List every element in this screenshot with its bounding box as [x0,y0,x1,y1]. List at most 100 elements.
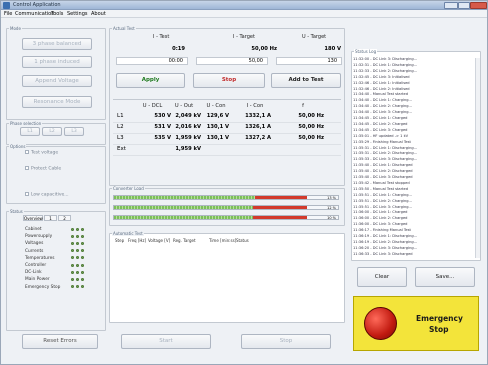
measurement-row-label: Ext [117,146,126,152]
meter-percent-label: 13 % [327,196,336,200]
log-line: 11:34:45 - DC Link 2: Charged [353,121,408,126]
measurement-cell: 1,959 kV [175,135,201,141]
status-log-title: Status Log [354,49,378,54]
reset-errors-button[interactable]: Reset Errors [22,334,98,349]
measurement-cell: 130,1 V [206,124,229,130]
log-line: 11:34:40 - DC Link 3: Charging... [353,110,412,115]
stop-button[interactable]: Stop [193,73,265,88]
measurement-row-label: L2 [117,124,124,130]
status-led-icon [76,270,79,274]
measurement-cell: 129,6 V [206,113,229,119]
status-led-icon [76,277,79,281]
status-log-list: 11:32:00 - DC Link 3: Discharging... 11:3… [351,57,477,259]
status-item-label: Cabinet [25,227,42,232]
u-target-voltage: 180 V [324,46,341,52]
emergency-label-2: Stop [429,325,449,334]
automatic-test-column-header: Status [236,238,249,243]
menu-settings[interactable]: Settings [67,11,88,17]
protect-cable-checkbox[interactable]: Protect Cable [25,166,61,172]
checkbox-icon [25,150,29,154]
measurement-cell: 130,1 V [206,135,229,141]
status-group-title: Status [9,209,24,214]
mode-3phase-button[interactable]: 3 phase balanced [22,38,92,50]
status-led-icon [81,234,84,238]
status-tab-2[interactable]: 2 [58,215,71,221]
log-line: 11:35:40 - DC Link 1: Discharged [353,163,413,168]
log-line: 11:35:51 - DC Link 2: Charging... [353,198,412,203]
meter-green-fill [114,206,253,209]
phase-l3-button[interactable]: L3 [64,127,84,136]
emergency-stop-button-icon[interactable] [364,307,397,340]
log-line: 11:35:33 - DC Link 3: Discharging... [353,157,418,162]
status-tab-1[interactable]: 1 [44,215,57,221]
clear-button[interactable]: Clear [357,267,407,287]
status-led-icon [71,234,74,238]
checkbox-icon [25,192,29,196]
log-line: 11:36:19 - DC Link 1: Discharging... [353,234,418,238]
minimize-button[interactable] [444,2,458,9]
save-button[interactable]: Save... [415,267,475,287]
converter-load-meter: 10 % [113,215,339,220]
start-button[interactable]: Start [121,334,211,349]
phase-l2-button[interactable]: L2 [42,127,62,136]
meter-red-fill [252,216,307,219]
automatic-test-column-header: Reg. Target [173,238,196,243]
mode-1phase-button[interactable]: 1 phase induced [22,56,92,68]
low-capacitive-checkbox[interactable]: Low capacitive... [25,192,69,198]
log-scrollbar[interactable] [475,58,480,258]
measurement-cell: 1327,2 A [245,135,271,141]
status-led-icon [76,241,79,245]
status-group: Status [6,209,106,331]
table-row-divider [113,121,341,123]
i-test-header: I - Test [153,34,170,40]
log-line: 11:35:40 - DC Link 3: Discharged [353,175,413,179]
measurement-row-label: L3 [117,135,124,141]
status-led-icon [71,241,74,245]
log-line: 11:32:45 - DC Link 3: Initialised [353,74,410,79]
test-voltage-label: Test voltage [31,150,59,156]
phase-l1-button[interactable]: L1 [20,127,40,136]
log-line: 11:32:46 - DC Link 2: Initialised [353,86,410,91]
log-line: 11:36:00 - DC Link 1: Charged [353,210,408,215]
log-line: 11:35:42 - Manual Test stopped [353,180,410,185]
status-led-icon [81,227,84,231]
log-line: 11:36:17 - Finishing Manual Test [353,228,411,233]
measurement-cell: 50,00 Hz [298,135,324,141]
resonance-mode-button[interactable]: Resonance Mode [22,96,92,108]
log-line: 11:35:31 - DC Link 1: Discharging... [353,145,418,150]
frequency-input[interactable]: 50,00 [196,57,268,65]
log-line: 11:34:40 - DC Link 1: Charging... [353,98,412,103]
automatic-test-column-header: Step [115,238,125,243]
measurement-column-header: f [302,103,304,109]
automatic-test-column-header: Freq [Hz] [128,238,147,243]
stop-automatic-button[interactable]: Stop [241,334,331,349]
apply-button[interactable]: Apply [116,73,185,88]
status-led-icon [81,270,84,274]
menu-about[interactable]: About [91,11,106,17]
add-to-test-button[interactable]: Add to Test [271,73,341,88]
time-input[interactable]: 00:00 [116,57,188,65]
log-line: 11:35:01 - HF updated -> 1 kV [353,133,409,138]
emergency-stop-panel[interactable]: Emergency Stop [353,296,479,351]
menu-tools[interactable]: Tools [51,11,63,17]
measurement-column-header: I - Con [246,103,264,109]
log-line: 11:35:50 - Manual Test started [353,186,409,191]
measurement-row-label: L1 [117,113,124,119]
measurement-cell: 50,00 Hz [298,124,324,130]
table-divider [113,99,341,100]
menu-file[interactable]: File [4,11,12,17]
i-target-header: I - Target [233,34,255,40]
test-voltage-checkbox[interactable]: Test voltage [25,150,58,156]
menu-bar: File Communication Tools Settings About [1,10,487,18]
meter-red-fill [252,206,307,209]
status-tab-overview[interactable]: Overview [23,215,43,221]
menu-communication[interactable]: Communication [15,11,54,17]
log-line: 11:34:45 - DC Link 3: Charged [353,127,408,132]
status-led-icon [81,263,84,267]
mode-group-title: Mode [9,26,22,31]
protect-cable-label: Protect Cable [31,166,62,172]
close-button[interactable] [470,2,487,9]
voltage-input[interactable]: 130 [276,57,342,65]
maximize-button[interactable] [458,2,470,9]
append-voltage-button[interactable]: Append Voltage [22,75,92,87]
